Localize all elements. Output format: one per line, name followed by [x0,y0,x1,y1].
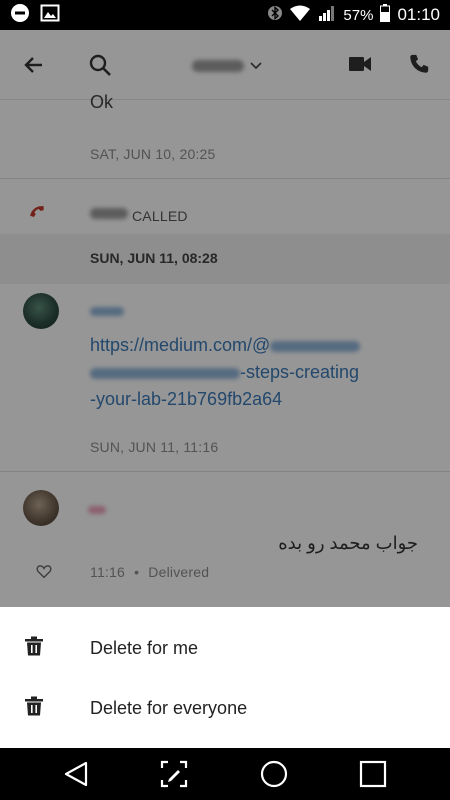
battery-icon [380,4,391,26]
edit-screen-icon[interactable] [160,760,188,793]
do-not-disturb-icon [10,3,30,28]
dim-overlay[interactable] [0,30,450,607]
home-circle-icon[interactable] [260,760,288,793]
status-left [10,3,60,28]
recents-square-icon[interactable] [359,760,387,793]
clock: 01:10 [397,5,440,24]
delete-for-everyone-label: Delete for everyone [90,697,248,718]
delete-options-sheet: Delete for me Delete for everyone [0,607,450,748]
back-triangle-icon[interactable] [62,760,90,793]
delete-for-me-option[interactable]: Delete for me [0,618,450,678]
delete-for-me-label: Delete for me [90,637,199,658]
status-right: 57% 01:10 [268,4,440,26]
bluetooth-icon [268,4,283,26]
delete-for-everyone-option[interactable]: Delete for everyone [0,678,450,738]
battery-percent: 57% [343,6,374,24]
trash-icon [25,696,43,721]
wifi-icon [289,5,311,25]
image-icon [40,3,60,28]
system-nav-bar [0,748,450,800]
trash-icon [25,636,43,661]
signal-icon [318,5,336,25]
status-bar: 57% 01:10 [0,0,450,30]
